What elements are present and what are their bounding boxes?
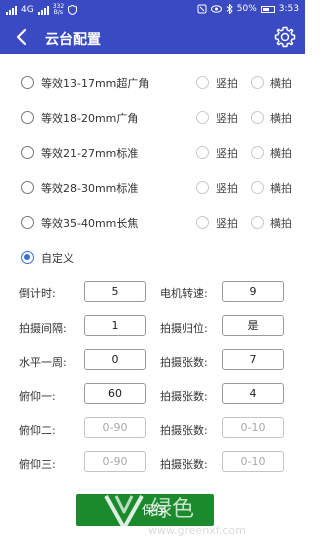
interval-label: 拍摄间隔: xyxy=(19,322,67,335)
shot-count-label-2: 拍摄张数: xyxy=(160,390,208,403)
preset-label-5: 等效35-40mm长焦 xyxy=(41,217,139,230)
gear-icon[interactable] xyxy=(273,25,297,49)
preset-radio-3[interactable] xyxy=(21,146,34,159)
clock: 3:53 xyxy=(278,4,299,14)
pitch-2-input[interactable]: 0-90 xyxy=(84,417,146,438)
portrait-label-2: 竖拍 xyxy=(216,112,238,125)
battery-percent: 50% xyxy=(236,4,257,14)
shot-count-input-4[interactable]: 0-10 xyxy=(222,451,284,472)
cell-signal-icon xyxy=(6,5,17,15)
preset-label-1: 等效13-17mm超广角 xyxy=(41,77,150,90)
preset-label-3: 等效21-27mm标准 xyxy=(41,147,139,160)
return-home-label: 拍摄归位: xyxy=(160,322,208,335)
motor-speed-input[interactable]: 9 xyxy=(222,281,284,302)
preset-radio-2[interactable] xyxy=(21,111,34,124)
chevron-left-icon[interactable] xyxy=(12,27,32,47)
preset-radio-4[interactable] xyxy=(21,181,34,194)
preset-row-4: 等效28-30mm标准 竖拍 横拍 xyxy=(0,178,305,198)
pitch-1-label: 俯仰一: xyxy=(19,390,56,403)
landscape-label-5: 横拍 xyxy=(270,217,292,230)
shot-count-label-3: 拍摄张数: xyxy=(160,424,208,437)
portrait-radio-2[interactable] xyxy=(196,111,209,124)
pitch-1-input[interactable]: 60 xyxy=(84,383,146,404)
preset-label-4: 等效28-30mm标准 xyxy=(41,182,139,195)
landscape-radio-2[interactable] xyxy=(251,111,264,124)
portrait-label-5: 竖拍 xyxy=(216,217,238,230)
preset-row-2: 等效18-20mm广角 竖拍 横拍 xyxy=(0,108,305,128)
shot-count-label-4: 拍摄张数: xyxy=(160,458,208,471)
save-button-label: 保存 xyxy=(142,503,167,517)
shield-icon xyxy=(68,5,78,15)
countdown-input[interactable]: 5 xyxy=(84,281,146,302)
eye-icon xyxy=(210,5,222,13)
shot-count-input-2[interactable]: 4 xyxy=(222,383,284,404)
portrait-radio-5[interactable] xyxy=(196,216,209,229)
status-bar: 4G 332 B/s 50% 3:53 xyxy=(0,0,305,20)
network-speed-unit: B/s xyxy=(53,9,64,16)
interval-input[interactable]: 1 xyxy=(84,315,146,336)
save-button[interactable]: 保存 xyxy=(76,494,214,526)
preset-radio-5[interactable] xyxy=(21,216,34,229)
horizontal-turn-input[interactable]: 0 xyxy=(84,349,146,370)
custom-label: 自定义 xyxy=(41,252,74,265)
landscape-radio-1[interactable] xyxy=(251,76,264,89)
return-home-select[interactable]: 是 xyxy=(222,315,284,336)
page-title: 云台配置 xyxy=(45,32,101,48)
nfc-icon xyxy=(197,4,207,14)
custom-row: 自定义 xyxy=(0,248,305,268)
battery-icon xyxy=(260,5,275,13)
preset-label-2: 等效18-20mm广角 xyxy=(41,112,139,125)
shot-count-input-3[interactable]: 0-10 xyxy=(222,417,284,438)
horizontal-turn-label: 水平一周: xyxy=(19,356,67,369)
portrait-radio-4[interactable] xyxy=(196,181,209,194)
portrait-label-3: 竖拍 xyxy=(216,147,238,160)
landscape-label-3: 横拍 xyxy=(270,147,292,160)
landscape-label-2: 横拍 xyxy=(270,112,292,125)
pitch-3-label: 俯仰三: xyxy=(19,458,56,471)
landscape-radio-5[interactable] xyxy=(251,216,264,229)
shot-count-input-1[interactable]: 7 xyxy=(222,349,284,370)
bluetooth-icon xyxy=(226,4,233,14)
app-bar: 云台配置 xyxy=(0,20,305,54)
network-speed: 332 B/s xyxy=(53,4,64,16)
landscape-label-4: 横拍 xyxy=(270,182,292,195)
landscape-radio-4[interactable] xyxy=(251,181,264,194)
pitch-2-label: 俯仰二: xyxy=(19,424,56,437)
landscape-label-1: 横拍 xyxy=(270,77,292,90)
portrait-label-1: 竖拍 xyxy=(216,77,238,90)
custom-radio[interactable] xyxy=(21,251,34,264)
network-type: 4G xyxy=(21,5,34,15)
countdown-label: 倒计时: xyxy=(19,287,56,300)
portrait-radio-1[interactable] xyxy=(196,76,209,89)
preset-row-1: 等效13-17mm超广角 竖拍 横拍 xyxy=(0,73,305,93)
preset-row-5: 等效35-40mm长焦 竖拍 横拍 xyxy=(0,213,305,233)
preset-row-3: 等效21-27mm标准 竖拍 横拍 xyxy=(0,143,305,163)
preset-radio-1[interactable] xyxy=(21,76,34,89)
landscape-radio-3[interactable] xyxy=(251,146,264,159)
shot-count-label-1: 拍摄张数: xyxy=(160,356,208,369)
portrait-radio-3[interactable] xyxy=(196,146,209,159)
portrait-label-4: 竖拍 xyxy=(216,182,238,195)
motor-speed-label: 电机转速: xyxy=(160,287,208,300)
pitch-3-input[interactable]: 0-90 xyxy=(84,451,146,472)
cell-signal-icon-2 xyxy=(37,5,49,15)
